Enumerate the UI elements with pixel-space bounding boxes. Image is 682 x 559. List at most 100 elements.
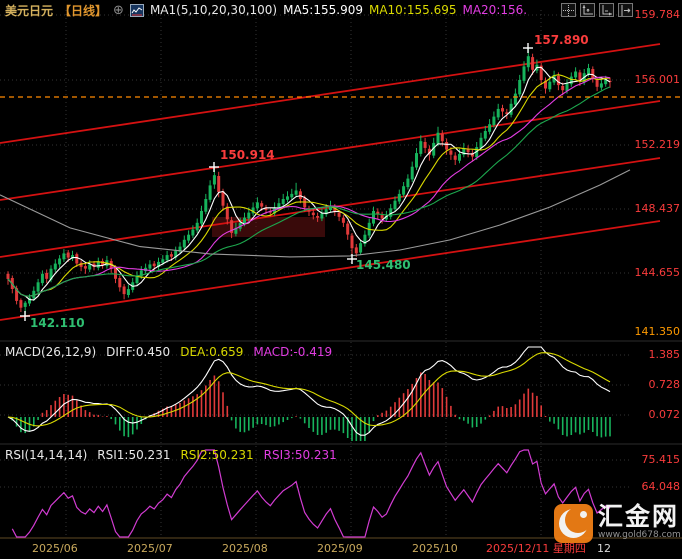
candle-body — [54, 264, 57, 270]
ma5-value: MA5:155.909 — [283, 3, 363, 17]
candle-body — [312, 213, 315, 216]
mini-chart-icon[interactable] — [130, 4, 144, 17]
chart-toolbar — [561, 3, 633, 17]
shift-right-icon[interactable] — [618, 3, 633, 17]
circle-plus-icon[interactable]: ⊕ — [113, 3, 124, 18]
rsi3-value: RSI3:50.231 — [264, 448, 337, 462]
candle-body — [351, 236, 354, 249]
candle-body — [484, 131, 487, 139]
candle-body — [591, 69, 594, 78]
candle-body — [303, 198, 306, 207]
candle-body — [531, 57, 534, 70]
candle-body — [342, 218, 345, 223]
candle-body — [492, 117, 495, 126]
candle-body — [518, 80, 521, 94]
candle-body — [37, 282, 40, 291]
rsi-settings-label: RSI(14,14,14) — [5, 448, 87, 462]
candle-body — [454, 156, 457, 160]
candle-body — [58, 259, 61, 265]
candle-body — [196, 223, 199, 231]
candle-body — [346, 224, 349, 235]
candle-body — [200, 211, 203, 224]
candle-body — [243, 218, 246, 224]
candle-body — [170, 254, 173, 257]
candle-body — [437, 133, 440, 144]
candle-body — [299, 191, 302, 199]
chart-header: 美元日元 【日线】 ⊕ MA1(5,10,20,30,100) MA5:155.… — [5, 2, 527, 18]
trendline — [0, 101, 660, 200]
candle-body — [290, 194, 293, 197]
candle-body — [587, 68, 590, 74]
candle-body — [372, 211, 375, 224]
candle-body — [406, 179, 409, 188]
candle-body — [217, 176, 220, 192]
rsi2-value: RSI2:50.231 — [180, 448, 253, 462]
candle-body — [161, 259, 164, 262]
trading-chart-app: 美元日元 【日线】 ⊕ MA1(5,10,20,30,100) MA5:155.… — [0, 0, 682, 559]
candle-body — [514, 94, 517, 105]
candle-body — [153, 264, 156, 267]
pan-tool-icon[interactable] — [561, 3, 576, 17]
candle-body — [123, 287, 126, 295]
candle-body — [24, 303, 27, 307]
watermark: 汇金网 www.gold678.com — [554, 504, 681, 543]
candle-body — [359, 243, 362, 252]
candle-body — [209, 185, 212, 199]
symbol-name: 美元日元 — [5, 2, 53, 19]
candle-body — [97, 262, 100, 268]
chart-canvas[interactable] — [0, 0, 682, 559]
period-label: 【日线】 — [59, 2, 107, 19]
candle-body — [191, 230, 194, 236]
candle-body — [394, 201, 397, 210]
candle-body — [7, 274, 10, 279]
candle-body — [45, 273, 48, 279]
ma-settings-label: MA1(5,10,20,30,100) — [150, 3, 277, 17]
candle-body — [527, 56, 530, 67]
ma20-value: MA20:156. — [462, 3, 527, 17]
candle-body — [88, 264, 91, 269]
macd-indicator-row: MACD(26,12,9) DIFF:0.450 DEA:0.659 MACD:… — [5, 345, 332, 359]
candle-body — [282, 199, 285, 204]
candle-body — [166, 255, 169, 260]
candle-body — [67, 253, 70, 258]
site-logo-icon — [554, 504, 593, 543]
candle-body — [84, 266, 87, 269]
candle-body — [441, 134, 444, 142]
macd-dea-value: DEA:0.659 — [180, 345, 243, 359]
site-url: www.gold678.com — [598, 530, 681, 540]
candle-body — [458, 154, 461, 161]
candle-body — [501, 108, 504, 111]
candle-body — [449, 151, 452, 155]
candle-body — [402, 186, 405, 195]
candle-body — [381, 215, 384, 218]
candle-body — [114, 268, 117, 279]
candle-body — [295, 191, 298, 195]
candle-body — [548, 82, 551, 90]
candle-body — [523, 66, 526, 80]
candle-body — [75, 254, 78, 263]
axis-scroll-icon[interactable] — [599, 3, 614, 17]
candle-body — [260, 203, 263, 206]
candle-body — [127, 289, 130, 295]
candle-body — [355, 247, 358, 253]
site-name: 汇金网 — [598, 504, 681, 530]
rsi1-value: RSI1:50.231 — [97, 448, 170, 462]
candle-body — [574, 72, 577, 78]
candle-body — [398, 194, 401, 202]
candle-body — [570, 77, 573, 85]
candle-body — [41, 274, 44, 283]
candle-body — [118, 278, 121, 287]
macd-diff-value: DIFF:0.450 — [106, 345, 170, 359]
candle-body — [316, 216, 319, 218]
candle-body — [596, 79, 599, 87]
candle-body — [561, 86, 564, 90]
candle-body — [497, 109, 500, 118]
axis-zoom-icon[interactable] — [580, 3, 595, 17]
candle-body — [419, 141, 422, 154]
candle-body — [411, 167, 414, 180]
candle-body — [424, 142, 427, 148]
rsi-indicator-row: RSI(14,14,14) RSI1:50.231 RSI2:50.231 RS… — [5, 448, 337, 462]
candle-body — [480, 138, 483, 148]
candle-body — [415, 153, 418, 167]
rsi-line — [12, 450, 610, 537]
